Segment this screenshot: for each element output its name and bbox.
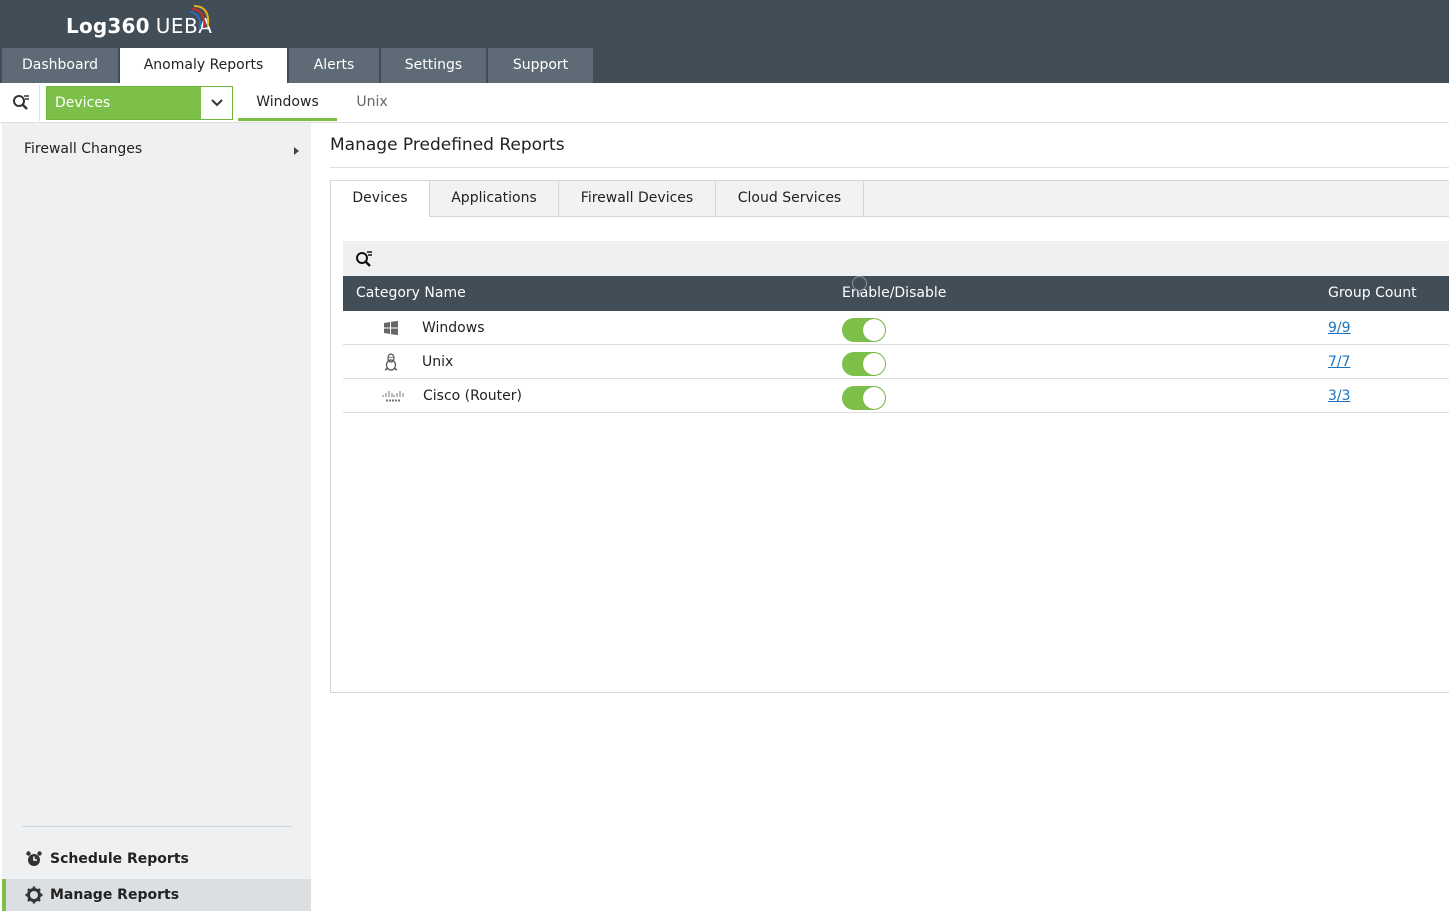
enable-toggle[interactable]	[842, 386, 886, 410]
linux-icon	[383, 353, 399, 371]
table-search-bar	[343, 241, 1449, 276]
enable-toggle[interactable]	[842, 318, 886, 342]
search-filter-icon	[12, 95, 29, 110]
alarm-clock-icon	[24, 849, 44, 869]
sidebar-item-label: Firewall Changes	[24, 141, 143, 157]
subtab-unix[interactable]: Unix	[337, 83, 407, 121]
chevron-right-icon	[294, 147, 299, 155]
schedule-reports-label: Schedule Reports	[50, 851, 189, 867]
toggle-knob	[863, 319, 885, 341]
cisco-icon	[381, 388, 405, 404]
tab-applications[interactable]: Applications	[430, 181, 559, 216]
device-type-select[interactable]: Devices	[46, 86, 233, 120]
device-type-value: Devices	[47, 87, 201, 119]
group-count-link[interactable]: 9/9	[1328, 311, 1351, 345]
search-filter-icon[interactable]	[355, 250, 373, 268]
report-search-button[interactable]	[2, 85, 40, 121]
category-name: Unix	[422, 354, 454, 370]
toggle-knob	[863, 387, 885, 409]
tab-cloud-services[interactable]: Cloud Services	[716, 181, 864, 216]
table-row: Windows 9/9	[343, 311, 1449, 345]
manage-reports-label: Manage Reports	[50, 887, 180, 903]
group-count-link[interactable]: 3/3	[1328, 379, 1351, 413]
windows-icon	[383, 320, 399, 336]
category-name: Cisco (Router)	[423, 388, 522, 404]
logo-arc-icon	[190, 5, 210, 30]
toggle-knob	[863, 353, 885, 375]
sidebar-item-firewall-changes[interactable]: Firewall Changes	[24, 141, 299, 157]
title-divider	[330, 167, 1449, 168]
group-count-link[interactable]: 7/7	[1328, 345, 1351, 379]
tab-settings[interactable]: Settings	[381, 48, 486, 83]
header-group-count: Group Count	[1328, 285, 1417, 301]
tab-support[interactable]: Support	[488, 48, 593, 83]
tab-dashboard[interactable]: Dashboard	[2, 48, 118, 83]
reports-panel: Devices Applications Firewall Devices Cl…	[330, 180, 1449, 693]
logo-main-text: Log360	[66, 14, 150, 38]
app-logo[interactable]: Log360 UEBA	[66, 5, 212, 42]
enable-toggle[interactable]	[842, 352, 886, 376]
tab-devices[interactable]: Devices	[331, 181, 430, 217]
table-row: Unix 7/7	[343, 345, 1449, 379]
help-icon[interactable]: ?	[852, 276, 867, 300]
tab-firewall-devices[interactable]: Firewall Devices	[559, 181, 716, 216]
subtab-windows[interactable]: Windows	[238, 83, 337, 121]
schedule-reports-link[interactable]: Schedule Reports	[2, 841, 311, 877]
category-tabs: Devices Applications Firewall Devices Cl…	[331, 181, 1449, 217]
table-header: Category Name Enable/Disable? Group Coun…	[343, 276, 1449, 311]
sidebar: Firewall Changes Schedule Reports Manage…	[2, 123, 311, 911]
sidebar-divider	[22, 826, 292, 827]
category-name: Windows	[422, 320, 485, 336]
gear-icon	[24, 885, 44, 905]
table-row: Cisco (Router) 3/3	[343, 379, 1449, 413]
sub-toolbar: Devices Windows Unix	[0, 83, 1449, 123]
page-title: Manage Predefined Reports	[330, 135, 565, 155]
tab-alerts[interactable]: Alerts	[289, 48, 379, 83]
top-header: Log360 UEBA Dashboard Anomaly Reports Al…	[0, 0, 1449, 83]
chevron-down-icon	[201, 87, 232, 119]
main-nav-tabs: Dashboard Anomaly Reports Alerts Setting…	[2, 48, 595, 83]
tab-anomaly-reports[interactable]: Anomaly Reports	[120, 48, 287, 83]
header-category-name: Category Name	[356, 285, 466, 301]
manage-reports-link[interactable]: Manage Reports	[2, 879, 311, 911]
